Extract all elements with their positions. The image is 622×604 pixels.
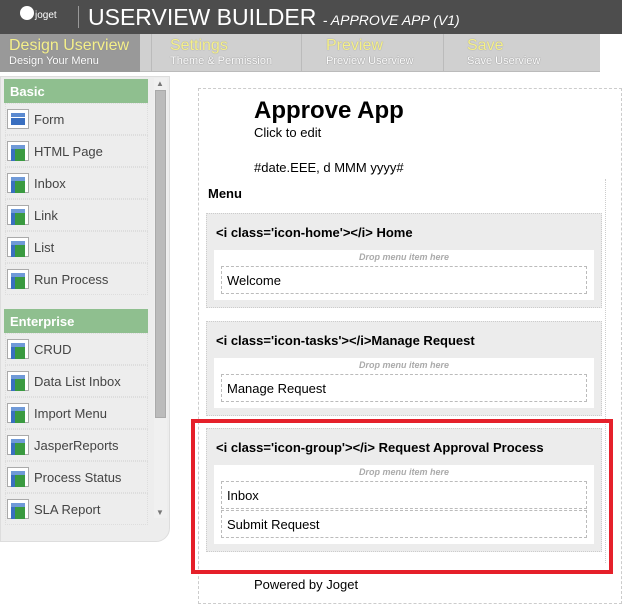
menu-element-icon — [7, 173, 29, 193]
step-save[interactable]: Save Save Userview — [467, 37, 540, 67]
menu-item[interactable]: Welcome — [221, 266, 587, 294]
drop-hint: Drop menu item here — [358, 252, 450, 262]
drop-hint: Drop menu item here — [358, 360, 450, 370]
click-to-edit[interactable]: Click to edit — [254, 125, 321, 140]
collapsed-panel — [600, 34, 622, 72]
drop-zone[interactable]: Drop menu item here Welcome — [214, 250, 594, 300]
menu-element-icon — [7, 237, 29, 257]
palette-item-label: Data List Inbox — [34, 373, 121, 389]
palette-item[interactable]: Link — [5, 199, 148, 231]
menu-element-icon — [7, 141, 29, 161]
palette-item[interactable]: SLA Report — [5, 493, 148, 525]
scrollbar-thumb[interactable] — [155, 90, 166, 418]
form-icon — [7, 109, 29, 129]
highlight-box — [191, 419, 613, 574]
category-title[interactable]: <i class='icon-tasks'></i>Manage Request — [207, 322, 601, 358]
menu-category[interactable]: <i class='icon-tasks'></i>Manage Request… — [206, 321, 602, 416]
menu-element-icon — [7, 467, 29, 487]
palette-item[interactable]: Data List Inbox — [5, 365, 148, 397]
palette-item-label: Form — [34, 111, 65, 127]
divider — [78, 6, 79, 28]
wizard-steps: Design Userview Design Your Menu Settings… — [0, 34, 600, 72]
category-enterprise: Enterprise — [4, 309, 148, 333]
menu-element-icon — [7, 269, 29, 289]
palette-item-label: HTML Page — [34, 143, 103, 159]
menu-element-icon — [7, 403, 29, 423]
step-preview[interactable]: Preview Preview Userview — [326, 37, 413, 67]
step-design-userview[interactable]: Design Userview Design Your Menu — [9, 37, 129, 67]
menu-element-icon — [7, 339, 29, 359]
menu-element-icon — [7, 499, 29, 519]
palette-item-label: List — [34, 239, 55, 255]
sidebar-scrollbar[interactable]: ▲ ▼ — [154, 78, 167, 518]
menu-element-icon — [7, 435, 29, 455]
palette-item[interactable]: JasperReports — [5, 429, 148, 461]
palette-item-label: Process Status — [34, 469, 122, 485]
palette-item[interactable]: Form — [5, 103, 148, 135]
joget-logo: joget — [20, 6, 57, 21]
date-format: #date.EEE, d MMM yyyy# — [254, 160, 404, 175]
footer: Powered by Joget — [254, 577, 359, 592]
palette-item-label: Run Process — [34, 271, 109, 287]
palette-item[interactable]: Inbox — [5, 167, 148, 199]
palette-item-label: Inbox — [34, 175, 66, 191]
palette-item-label: JasperReports — [34, 437, 119, 453]
menu-element-icon — [7, 371, 29, 391]
category-basic: Basic — [4, 79, 148, 103]
menu-label: Menu — [208, 186, 242, 201]
page-title: USERVIEW BUILDER - APPROVE APP (V1) — [88, 4, 460, 30]
drop-zone[interactable]: Drop menu item here Manage Request — [214, 358, 594, 408]
category-title[interactable]: <i class='icon-home'></i> Home — [207, 214, 601, 250]
step-settings[interactable]: Settings Theme & Permission — [170, 37, 272, 67]
palette-item-label: SLA Report — [34, 501, 101, 517]
app-header: joget USERVIEW BUILDER - APPROVE APP (V1… — [0, 0, 622, 34]
palette-item[interactable]: Run Process — [5, 263, 148, 295]
menu-category[interactable]: <i class='icon-home'></i> Home Drop menu … — [206, 213, 602, 308]
palette-item-label: Import Menu — [34, 405, 107, 421]
palette-item[interactable]: CRUD — [5, 333, 148, 365]
palette-item[interactable]: Process Status — [5, 461, 148, 493]
palette-item[interactable]: Import Menu — [5, 397, 148, 429]
menu-item[interactable]: Manage Request — [221, 374, 587, 402]
app-name[interactable]: Approve App — [254, 97, 404, 125]
menu-element-icon — [7, 205, 29, 225]
palette-item-label: Link — [34, 207, 58, 223]
palette-item[interactable]: HTML Page — [5, 135, 148, 167]
palette-item-label: CRUD — [34, 341, 72, 357]
element-palette: Basic Form HTML Page Inbox Link List Run Proc… — [0, 76, 170, 542]
palette-item[interactable]: List — [5, 231, 148, 263]
